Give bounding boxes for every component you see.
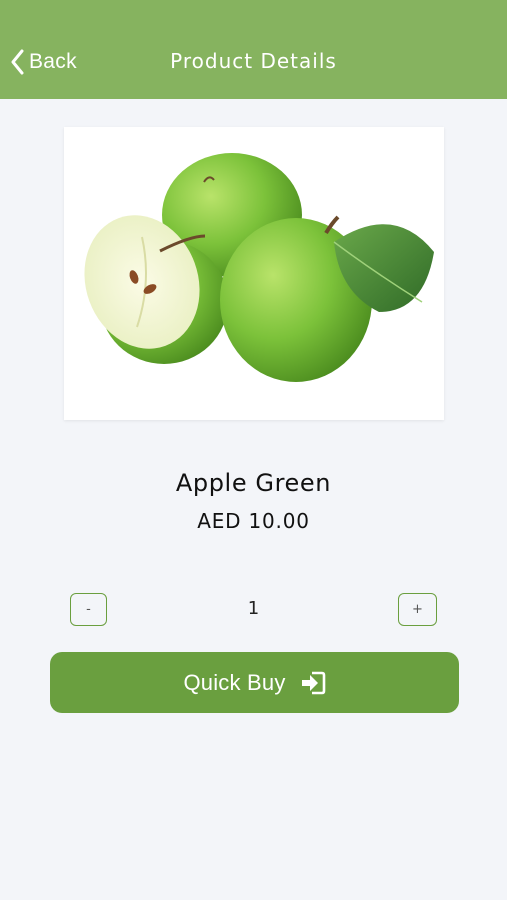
quick-buy-button[interactable]: Quick Buy [50, 652, 459, 713]
quantity-increase-button[interactable]: + [398, 593, 437, 626]
product-name: Apple Green [175, 469, 332, 497]
product-image [64, 127, 444, 420]
page-title: Product Details [170, 49, 337, 73]
app-header: Back Product Details [0, 0, 507, 99]
product-price: AED 10.00 [197, 509, 310, 533]
sign-in-icon [300, 671, 326, 695]
quick-buy-label: Quick Buy [183, 669, 286, 695]
green-apples-image [84, 153, 434, 382]
